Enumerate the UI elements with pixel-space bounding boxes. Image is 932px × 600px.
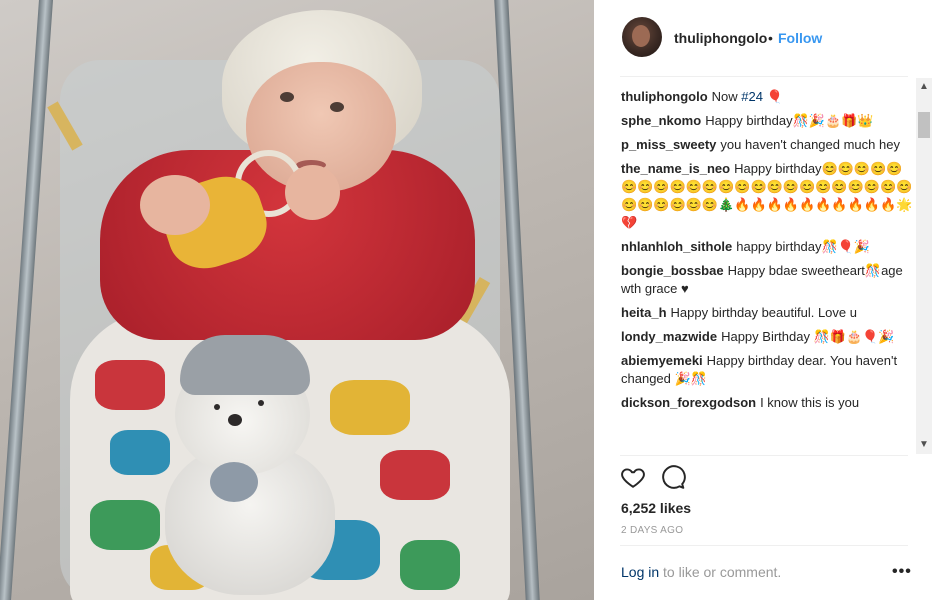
separator-dot: • <box>768 30 773 46</box>
comment-text: Happy birthday🎊🎉🎂🎁👑 <box>705 113 874 128</box>
stroller-rail-left <box>0 0 54 600</box>
list-item: bongie_bossbae Happy bdae sweetheart🎊age … <box>621 262 917 298</box>
comment-username[interactable]: the_name_is_neo <box>621 161 730 176</box>
post-header: thuliphongolo • Follow <box>594 0 932 76</box>
scroll-down-icon[interactable]: ▼ <box>918 438 930 452</box>
comment-text: happy birthday🎊🎈🎉 <box>736 239 871 254</box>
login-prompt-text: to like or comment. <box>659 564 782 580</box>
login-prompt: Log in to like or comment. <box>621 564 781 580</box>
comment-username[interactable]: dickson_forexgodson <box>621 395 756 410</box>
pattern-spot <box>400 540 460 590</box>
pattern-spot <box>90 500 160 550</box>
pattern-spot <box>330 380 410 435</box>
action-bar <box>620 464 720 492</box>
heart-outline-icon[interactable] <box>620 464 646 490</box>
comments-scrollbar[interactable]: ▲ ▼ <box>916 78 932 454</box>
comment-username[interactable]: bongie_bossbae <box>621 263 724 278</box>
teddy-bear-hat <box>180 335 310 395</box>
post-photo[interactable] <box>0 0 594 600</box>
baby-hand <box>140 175 210 235</box>
pattern-spot <box>95 360 165 410</box>
list-item: thuliphongolo Now #24 🎈 <box>621 88 917 106</box>
teddy-bear-patch <box>210 462 258 502</box>
login-link[interactable]: Log in <box>621 564 659 580</box>
post-username[interactable]: thuliphongolo <box>674 30 767 46</box>
likes-count[interactable]: 6,252 likes <box>621 500 691 516</box>
divider <box>620 545 908 546</box>
comment-username[interactable]: nhlanhloh_sithole <box>621 239 732 254</box>
avatar[interactable] <box>622 17 662 57</box>
list-item: heita_h Happy birthday beautiful. Love u <box>621 304 917 322</box>
comment-username[interactable]: abiemyemeki <box>621 353 703 368</box>
teddy-bear-nose <box>228 414 242 426</box>
teddy-bear-eye <box>258 400 264 406</box>
comment-text: you haven't changed much hey <box>720 137 900 152</box>
ellipsis-icon[interactable]: ••• <box>892 563 912 581</box>
comments-list[interactable]: thuliphongolo Now #24 🎈 sphe_nkomo Happy b… <box>621 88 917 454</box>
post-sidebar: thuliphongolo • Follow thuliphongolo Now … <box>594 0 932 600</box>
baby-eye <box>280 92 294 102</box>
list-item: p_miss_sweety you haven't changed much he… <box>621 136 917 154</box>
divider <box>620 455 908 456</box>
scroll-thumb[interactable] <box>918 112 930 138</box>
teddy-bear-eye <box>214 404 220 410</box>
comment-emoji: 🎈 <box>762 89 783 104</box>
comment-text: I know this is you <box>760 395 860 410</box>
comment-username[interactable]: thuliphongolo <box>621 89 708 104</box>
list-item: sphe_nkomo Happy birthday🎊🎉🎂🎁👑 <box>621 112 917 130</box>
comment-text: Happy Birthday 🎊🎁🎂🎈🎉 <box>721 329 895 344</box>
baby-hand <box>285 165 340 220</box>
list-item: the_name_is_neo Happy birthday😊😊😊😊😊😊😊😊😊😊😊… <box>621 160 917 232</box>
divider <box>620 76 908 77</box>
comment-username[interactable]: p_miss_sweety <box>621 137 716 152</box>
baby-eye <box>330 102 344 112</box>
hashtag-link[interactable]: #24 <box>741 89 763 104</box>
list-item: nhlanhloh_sithole happy birthday🎊🎈🎉 <box>621 238 917 256</box>
comment-username[interactable]: londy_mazwide <box>621 329 717 344</box>
list-item: londy_mazwide Happy Birthday 🎊🎁🎂🎈🎉 <box>621 328 917 346</box>
scroll-up-icon[interactable]: ▲ <box>918 80 930 94</box>
post-timestamp[interactable]: 2 DAYS AGO <box>621 525 683 536</box>
comment-text: Happy birthday beautiful. Love u <box>670 305 857 320</box>
comment-username[interactable]: sphe_nkomo <box>621 113 701 128</box>
comment-username[interactable]: heita_h <box>621 305 667 320</box>
pattern-spot <box>380 450 450 500</box>
pattern-spot <box>110 430 170 475</box>
list-item: abiemyemeki Happy birthday dear. You have… <box>621 352 917 388</box>
follow-button[interactable]: Follow <box>778 30 822 46</box>
list-item: dickson_forexgodson I know this is you <box>621 394 917 412</box>
speech-bubble-icon[interactable] <box>660 464 686 490</box>
comment-text: Now <box>711 89 742 104</box>
